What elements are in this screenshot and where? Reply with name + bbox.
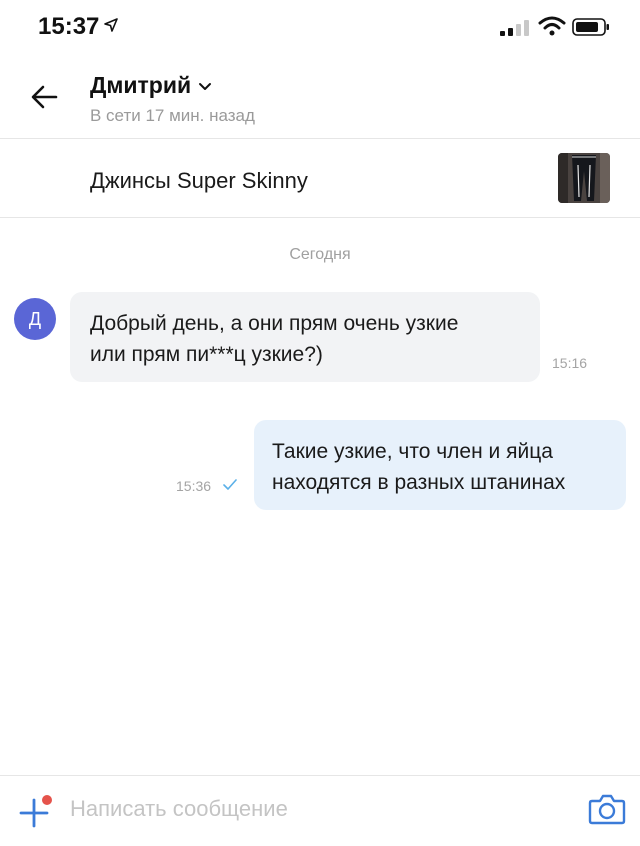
wifi-icon	[538, 16, 566, 36]
read-check-icon	[223, 479, 237, 490]
date-divider: Сегодня	[289, 246, 351, 263]
message-text: Такие узкие, что член и яйца находятся в…	[272, 440, 566, 494]
signal-icon	[500, 20, 529, 36]
outgoing-message-bubble[interactable]: Такие узкие, что член и яйца находятся в…	[254, 420, 626, 510]
item-title[interactable]: Джинсы Super Skinny	[90, 168, 308, 194]
location-arrow-icon	[104, 18, 118, 32]
back-arrow-icon	[31, 85, 58, 109]
message-time: 15:36	[176, 478, 212, 494]
camera-button[interactable]	[588, 792, 626, 826]
status-bar: 15:37	[0, 0, 640, 58]
item-thumbnail[interactable]	[558, 153, 610, 203]
jeans-photo	[558, 153, 610, 203]
chat-header: Дмитрий В сети 17 мин. назад	[0, 58, 640, 139]
add-attachment-button[interactable]	[16, 790, 56, 830]
item-banner[interactable]: Джинсы Super Skinny	[0, 139, 640, 218]
message-input[interactable]	[70, 792, 550, 826]
message-text: Добрый день, а они прям очень узкие или …	[90, 312, 459, 366]
contact-status: В сети 17 мин. назад	[90, 106, 255, 125]
avatar[interactable]: Д	[14, 298, 56, 340]
status-time: 15:37	[38, 13, 100, 40]
chevron-down-icon[interactable]	[198, 82, 212, 92]
message-composer	[0, 775, 640, 846]
plus-icon	[19, 795, 52, 828]
camera-icon	[588, 794, 626, 825]
incoming-message-bubble[interactable]: Добрый день, а они прям очень узкие или …	[70, 292, 540, 382]
contact-name[interactable]: Дмитрий	[90, 72, 191, 99]
message-time: 15:16	[552, 355, 588, 371]
battery-icon	[572, 18, 609, 36]
back-button[interactable]	[28, 80, 62, 114]
